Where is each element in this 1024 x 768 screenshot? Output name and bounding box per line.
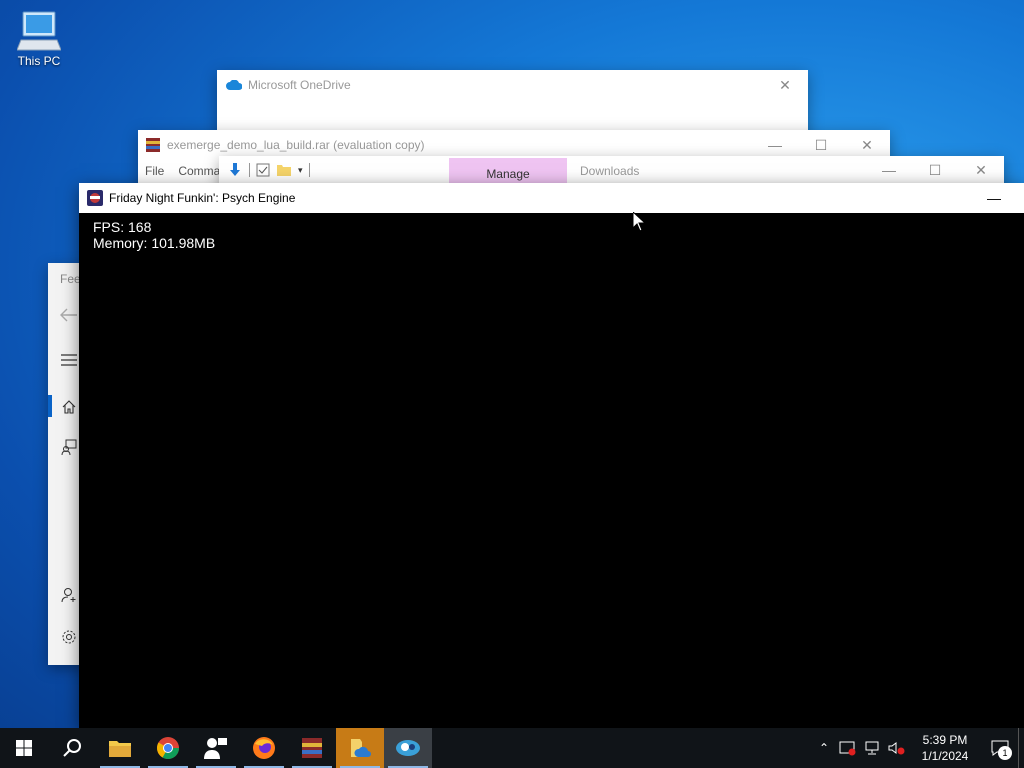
taskbar-firefox[interactable] xyxy=(240,728,288,768)
taskbar-chrome[interactable] xyxy=(144,728,192,768)
taskbar-people[interactable] xyxy=(192,728,240,768)
explorer-close-button[interactable]: ✕ xyxy=(958,156,1004,184)
close-icon: ✕ xyxy=(779,76,791,93)
download-arrow-icon[interactable] xyxy=(227,162,243,178)
taskbar-winrar[interactable] xyxy=(288,728,336,768)
onedrive-close-button[interactable]: ✕ xyxy=(762,70,808,100)
this-pc-desktop-icon[interactable]: This PC xyxy=(10,10,68,68)
psych-engine-minimize-button[interactable]: — xyxy=(964,183,1024,213)
customize-dropdown-icon[interactable]: ▾ xyxy=(298,165,303,176)
gear-icon[interactable] xyxy=(60,628,78,646)
quick-access-toolbar: ▾ xyxy=(219,156,310,184)
action-center-button[interactable]: 1 xyxy=(982,728,1018,768)
this-pc-label: This PC xyxy=(17,54,61,68)
selected-indicator xyxy=(48,395,52,417)
chrome-icon xyxy=(157,737,179,759)
show-hidden-icons-button[interactable]: ⌃ xyxy=(812,728,836,768)
menu-file[interactable]: File xyxy=(145,164,164,178)
volume-muted-icon xyxy=(888,742,905,755)
fps-counter: FPS: 168 Memory: 101.98MB xyxy=(93,219,215,251)
search-icon xyxy=(63,739,81,757)
fps-line: FPS: 168 xyxy=(93,219,152,235)
psych-engine-title: Friday Night Funkin': Psych Engine xyxy=(109,191,296,205)
onedrive-title: Microsoft OneDrive xyxy=(248,78,351,92)
chevron-up-icon: ⌃ xyxy=(818,741,830,755)
taskbar-onedrive-folder[interactable] xyxy=(336,728,384,768)
taskbar-clock[interactable]: 5:39 PM 1/1/2024 xyxy=(908,732,982,764)
tray-security-icon[interactable] xyxy=(836,728,860,768)
minimize-icon: — xyxy=(768,137,782,153)
feedback-icon[interactable] xyxy=(60,438,78,456)
memory-line: Memory: 101.98MB xyxy=(93,235,216,251)
maximize-icon: ☐ xyxy=(814,136,828,153)
psych-engine-window: Friday Night Funkin': Psych Engine — FPS… xyxy=(79,183,1024,728)
toolbar-separator xyxy=(308,163,310,177)
psych-engine-icon xyxy=(396,740,420,756)
file-explorer-icon xyxy=(109,741,131,757)
settings-title-partial: Fee xyxy=(60,272,81,286)
minimize-icon: — xyxy=(882,162,896,178)
hamburger-menu-icon[interactable] xyxy=(60,351,78,369)
psych-engine-titlebar: Friday Night Funkin': Psych Engine xyxy=(79,183,1024,213)
start-button[interactable] xyxy=(0,728,48,768)
account-icon[interactable] xyxy=(60,586,78,604)
people-icon xyxy=(204,738,227,759)
winrar-title: exemerge_demo_lua_build.rar (evaluation … xyxy=(167,138,425,152)
firefox-icon xyxy=(253,737,275,759)
tab-downloads[interactable]: Downloads xyxy=(580,164,639,178)
clock-time: 5:39 PM xyxy=(922,733,968,747)
tray-volume-icon[interactable] xyxy=(884,728,908,768)
menu-commands[interactable]: Comma xyxy=(178,164,220,178)
close-icon: ✕ xyxy=(975,161,987,178)
tab-manage[interactable]: Manage xyxy=(449,158,567,184)
system-tray: ⌃ 5:39 PM 1/1/2024 1 xyxy=(812,728,1024,768)
search-button[interactable] xyxy=(48,728,96,768)
minimize-icon: — xyxy=(987,190,1001,206)
onedrive-folder-icon xyxy=(351,739,371,757)
computer-icon xyxy=(17,11,61,51)
explorer-minimize-button[interactable]: — xyxy=(866,156,912,184)
defender-icon xyxy=(839,741,856,756)
winrar-icon xyxy=(146,138,160,152)
tray-network-icon[interactable] xyxy=(860,728,884,768)
show-desktop-button[interactable] xyxy=(1018,728,1024,768)
taskbar-psych-engine[interactable] xyxy=(384,728,432,768)
new-folder-icon[interactable] xyxy=(276,163,292,177)
maximize-icon: ☐ xyxy=(928,161,942,178)
taskbar: ⌃ 5:39 PM 1/1/2024 1 xyxy=(0,728,1024,768)
clock-date: 1/1/2024 xyxy=(921,749,969,763)
home-icon[interactable] xyxy=(60,398,78,416)
onedrive-titlebar: Microsoft OneDrive xyxy=(217,70,808,100)
toolbar-separator xyxy=(249,163,250,177)
notification-count-badge: 1 xyxy=(998,746,1012,760)
winrar-icon xyxy=(302,738,322,758)
close-icon: ✕ xyxy=(861,136,873,153)
explorer-maximize-button[interactable]: ☐ xyxy=(912,156,958,184)
windows-logo-icon xyxy=(16,740,32,756)
network-icon xyxy=(865,741,879,755)
psych-engine-app-icon xyxy=(87,190,103,206)
back-arrow-icon[interactable] xyxy=(60,306,78,324)
mouse-cursor-icon xyxy=(633,212,645,231)
taskbar-file-explorer[interactable] xyxy=(96,728,144,768)
onedrive-cloud-icon xyxy=(226,80,242,90)
properties-check-icon[interactable] xyxy=(256,163,270,177)
